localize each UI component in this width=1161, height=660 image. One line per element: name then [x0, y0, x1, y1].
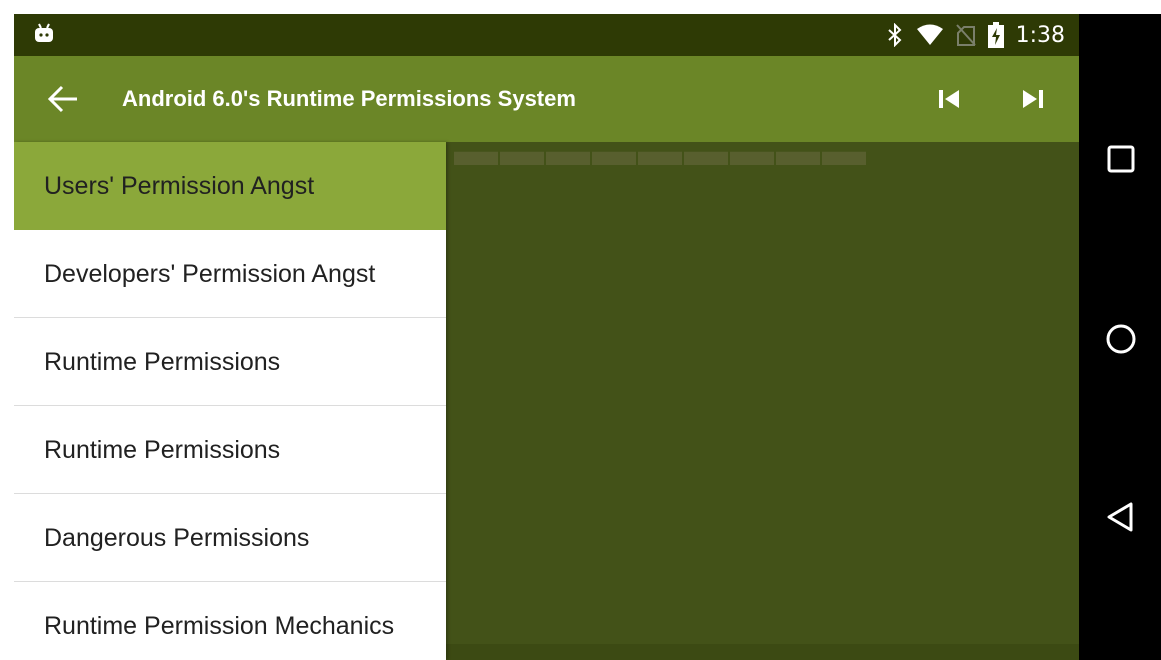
status-icons: 1:38 — [886, 14, 1065, 56]
back-triangle-icon[interactable] — [1104, 500, 1138, 534]
skip-next-icon[interactable] — [1016, 82, 1050, 116]
status-bar: 1:38 — [14, 14, 1079, 56]
skip-previous-icon[interactable] — [932, 82, 966, 116]
drawer-item-label: Runtime Permissions — [44, 347, 281, 376]
drawer-item-label: Dangerous Permissions — [44, 523, 310, 552]
drawer-item-developers-permission-angst[interactable]: Developers' Permission Angst — [14, 230, 446, 318]
drawer-item-runtime-permissions[interactable]: Runtime Permissions — [14, 318, 446, 406]
drawer-item-runtime-permissions-2[interactable]: Runtime Permissions — [14, 406, 446, 494]
drawer-item-label: Runtime Permissions — [44, 435, 281, 464]
drawer-item-dangerous-permissions[interactable]: Dangerous Permissions — [14, 494, 446, 582]
no-sim-icon — [955, 24, 976, 46]
drawer-item-label: Runtime Permission Mechanics — [44, 611, 395, 640]
navigation-drawer: Users' Permission Angst Developers' Perm… — [14, 142, 446, 660]
drawer-item-runtime-permission-mechanics[interactable]: Runtime Permission Mechanics — [14, 582, 446, 660]
system-navigation-bar — [1079, 14, 1161, 660]
bluetooth-icon — [887, 23, 902, 47]
drawer-item-label: Developers' Permission Angst — [44, 259, 376, 288]
wifi-icon — [916, 24, 943, 45]
home-circle-icon[interactable] — [1104, 322, 1138, 356]
content-behind-scrim: ▬▬▬▬▬▬▬▬▬ — [454, 126, 868, 175]
drawer-item-users-permission-angst[interactable]: Users' Permission Angst — [14, 142, 446, 230]
drawer-item-label: Users' Permission Angst — [44, 172, 315, 200]
content-bottom-bar — [446, 644, 1079, 660]
recents-square-icon[interactable] — [1104, 142, 1138, 176]
status-time: 1:38 — [1015, 22, 1065, 48]
arrow-back-icon[interactable] — [46, 84, 80, 114]
app-screen: 1:38 Android 6.0's Runtime Permissions S… — [14, 14, 1079, 660]
android-debug-icon — [35, 23, 53, 42]
battery-charging-icon — [987, 22, 1004, 48]
